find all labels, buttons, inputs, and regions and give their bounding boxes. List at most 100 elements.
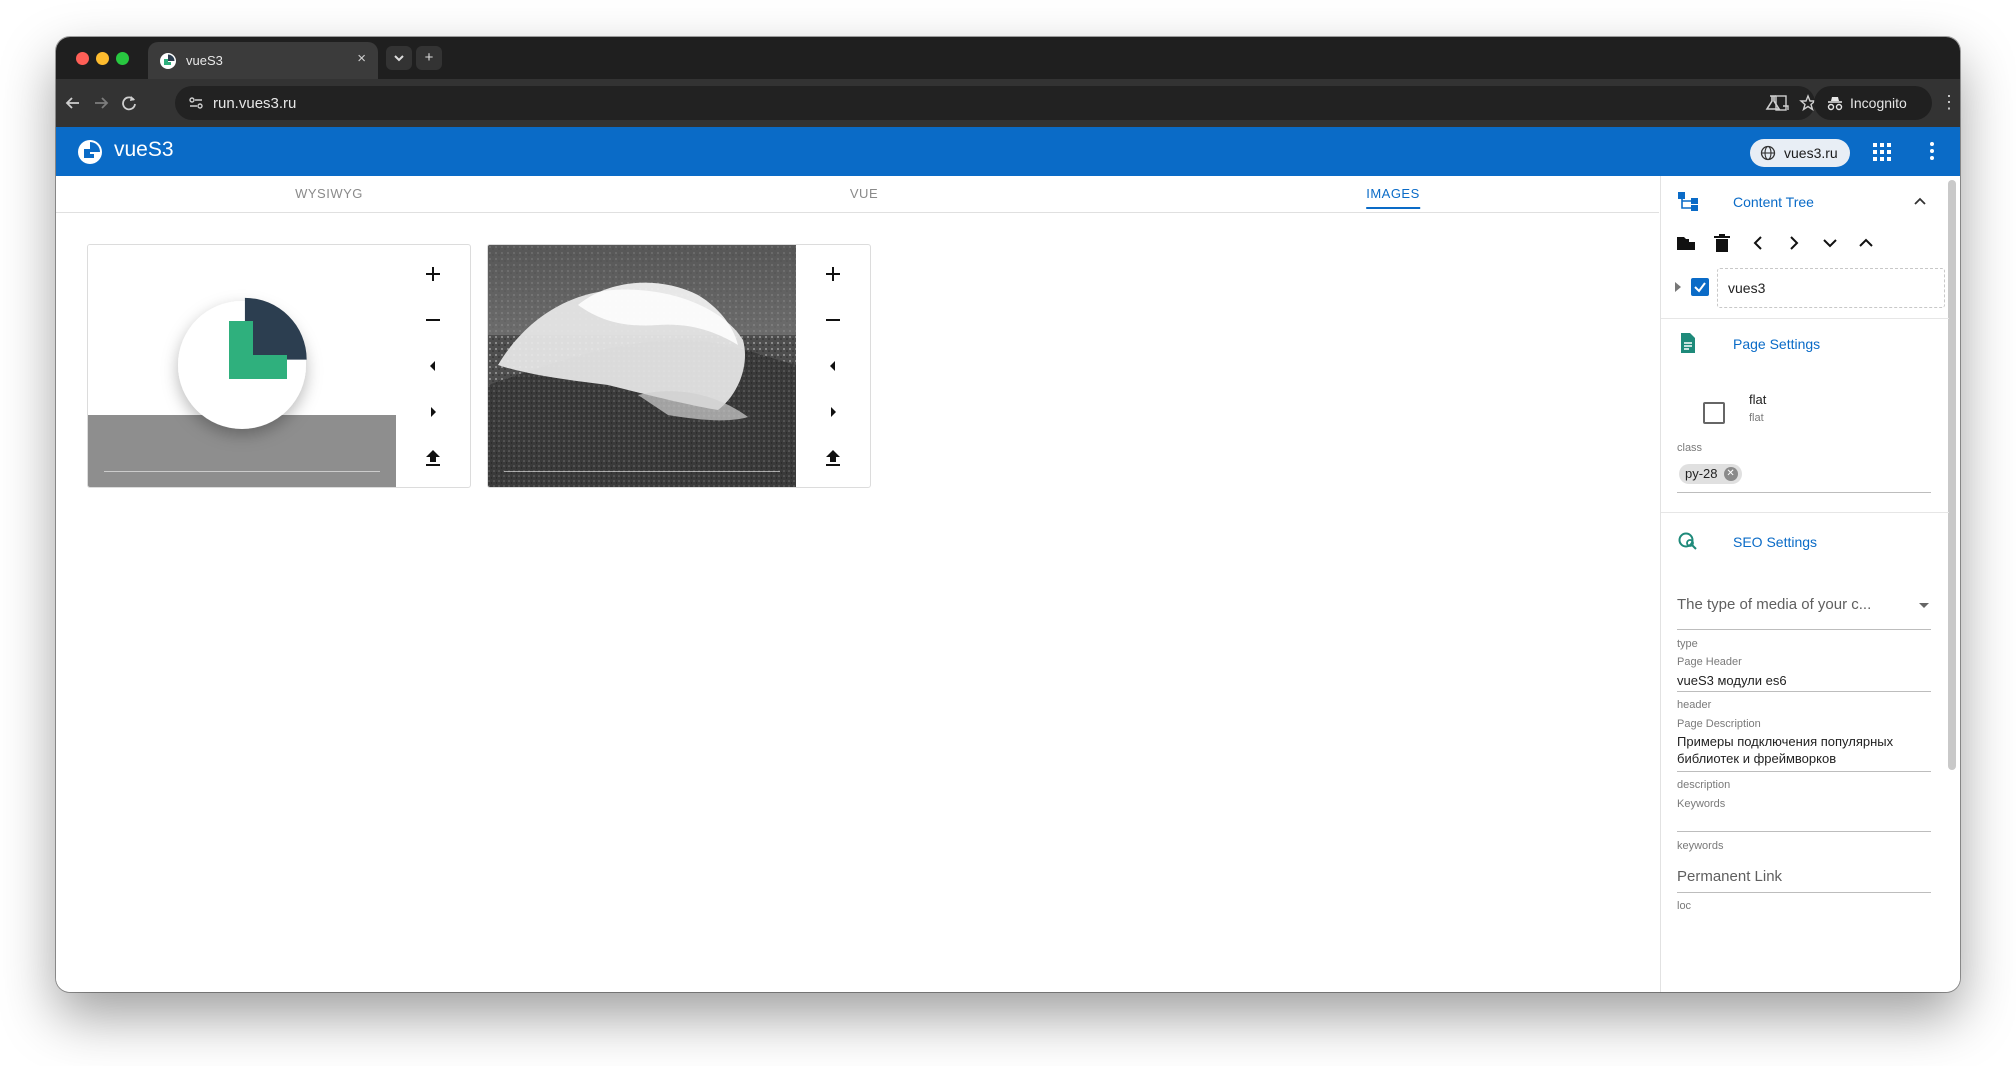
plus-icon[interactable] [416,257,450,291]
upload-icon[interactable] [416,441,450,475]
keywords-caption: keywords [1677,840,1724,852]
keywords-field-label: Keywords [1677,798,1726,810]
content-tree-header[interactable]: Content Tree [1661,180,1941,220]
tab-images[interactable]: IMAGES [1366,186,1420,209]
globe-icon [1760,145,1776,161]
dropdown-caret-icon[interactable] [1919,603,1929,608]
back-icon[interactable] [62,92,84,114]
description-caption: description [1677,779,1731,791]
maximize-window-button[interactable] [116,52,129,65]
header-field-underline [1677,691,1931,692]
apps-grid-icon[interactable] [1872,142,1892,162]
site-link-chip[interactable]: vues3.ru [1750,139,1850,167]
settings-panel: Content Tree vues3 Page Settings flat fl… [1660,176,1960,992]
site-settings-icon[interactable] [187,94,205,112]
forward-icon[interactable] [90,92,112,114]
type-field-underline [1677,629,1931,630]
site-chip-label: vues3.ru [1784,145,1838,161]
next-icon[interactable] [416,395,450,429]
seo-settings-title: SEO Settings [1733,534,1818,550]
class-field-underline [1677,492,1931,493]
chevron-right-icon[interactable] [1783,232,1805,254]
address-bar[interactable]: run.vues3.ru [175,86,1817,120]
app-title[interactable]: vueS3 [114,138,174,162]
chevron-left-icon[interactable] [1747,232,1769,254]
chevron-up-icon[interactable] [1855,232,1877,254]
page-description-label: Page Description [1677,718,1761,730]
vues3-favicon-icon [160,53,176,69]
tree-checkbox[interactable] [1691,278,1709,296]
app-more-icon[interactable] [1928,141,1936,161]
reload-icon[interactable] [118,92,140,114]
page-description-line1[interactable]: Примеры подключения популярных [1677,734,1893,749]
logo-image[interactable] [88,245,396,487]
prev-icon[interactable] [416,349,450,383]
tree-node-label: vues3 [1728,280,1766,296]
seo-search-icon [1678,532,1697,550]
page-description-line2[interactable]: библиотек и фреймворков [1677,751,1836,766]
image-caption-line [104,471,380,472]
tab-close-icon[interactable]: × [357,50,366,67]
chevron-up-icon[interactable] [1913,194,1927,208]
incognito-label: Incognito [1850,95,1907,111]
class-chip[interactable]: py-28 ✕ [1679,464,1742,484]
next-icon[interactable] [816,395,850,429]
flat-checkbox[interactable] [1703,402,1725,424]
minimize-window-button[interactable] [96,52,109,65]
flat-label: flat [1749,392,1767,407]
expand-caret-icon[interactable] [1675,282,1681,292]
header-caption: header [1677,699,1712,711]
class-field-label: class [1677,442,1703,454]
page-header-input[interactable]: vueS3 модули es6 [1677,673,1787,688]
incognito-icon [1827,97,1843,111]
labs-flask-icon[interactable] [1762,92,1784,114]
prev-icon[interactable] [816,349,850,383]
browser-menu-icon[interactable]: ⋮ [1940,92,1958,113]
browser-tab[interactable]: vueS3 × [148,42,378,79]
plus-icon[interactable] [816,257,850,291]
browser-window: vueS3 × + run.vues3.ru Incognito ⋮ vueS3… [56,37,1960,992]
new-tab-button[interactable]: + [416,46,442,70]
seo-settings-header[interactable]: SEO Settings [1661,520,1941,560]
check-icon [1694,282,1706,293]
type-caption: type [1677,638,1698,650]
main-content: WYSIWYG VUE IMAGES [56,176,1659,992]
description-field-underline [1677,771,1931,772]
image-card [487,244,871,488]
keywords-field-underline[interactable] [1677,831,1931,832]
media-type-select[interactable]: The type of media of your c... [1677,596,1871,613]
page-header-label: Page Header [1677,656,1742,668]
flat-caption: flat [1749,412,1764,424]
tab-title: vueS3 [186,53,223,68]
permanent-link-input[interactable]: Permanent Link [1677,868,1782,885]
tab-list-button[interactable] [386,46,412,70]
new-folder-icon[interactable] [1675,232,1697,254]
close-window-button[interactable] [76,52,89,65]
chevron-down-icon[interactable] [1819,232,1841,254]
image-caption-line [504,471,780,472]
image-controls [396,245,470,487]
delete-icon[interactable] [1711,232,1733,254]
upload-icon[interactable] [816,441,850,475]
minus-icon[interactable] [416,303,450,337]
vues3-logo-icon[interactable] [78,140,102,164]
editor-tabs: WYSIWYG VUE IMAGES [56,176,1659,213]
wave-photo[interactable] [488,245,796,487]
tree-node-vues3[interactable]: vues3 [1717,268,1945,308]
tree-row: vues3 [1671,268,1945,308]
chip-remove-icon[interactable]: ✕ [1723,467,1738,481]
tab-wysiwyg[interactable]: WYSIWYG [295,186,363,207]
chevron-down-icon [394,55,404,62]
page-settings-header[interactable]: Page Settings [1661,322,1941,362]
app-bar: vueS3 vues3.ru [56,127,1960,176]
account-tree-icon [1678,192,1698,211]
minus-icon[interactable] [816,303,850,337]
document-icon [1681,333,1695,353]
page-settings-title: Page Settings [1733,336,1821,352]
image-card [87,244,471,488]
incognito-indicator[interactable]: Incognito [1814,86,1932,120]
loc-caption: loc [1677,900,1692,912]
tab-vue[interactable]: VUE [850,186,878,207]
panel-scrollbar[interactable] [1948,180,1956,770]
tab-strip: vueS3 × + [56,37,1960,79]
